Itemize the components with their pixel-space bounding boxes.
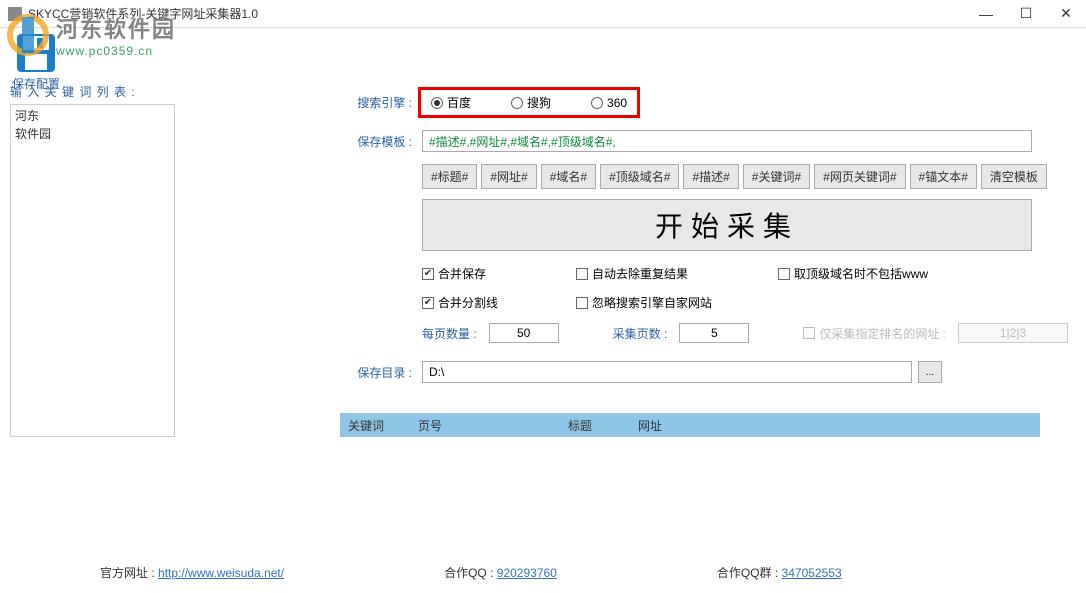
save-dir-input[interactable] <box>422 361 912 383</box>
per-page-label: 每页数量 : <box>422 325 477 342</box>
keyword-item[interactable]: 河东 <box>15 107 170 125</box>
engine-radio-baidu[interactable]: 百度 <box>431 94 471 111</box>
tag-topdomain[interactable]: #顶级域名# <box>600 164 679 189</box>
pages-input[interactable] <box>679 323 749 343</box>
check-ignore-engine-sites[interactable]: 忽略搜索引擎自家网站 <box>576 294 712 311</box>
engine-highlight-box: 百度 搜狗 360 <box>418 87 640 118</box>
app-icon <box>8 7 22 21</box>
tag-keyword[interactable]: #关键词# <box>743 164 810 189</box>
footer: 官方网址 : http://www.weisuda.net/ 合作QQ : 92… <box>100 564 1066 581</box>
per-page-input[interactable] <box>489 323 559 343</box>
toolbar: 保存配置 <box>0 28 1086 83</box>
template-input[interactable] <box>422 130 1032 152</box>
check-merge-divider[interactable]: 合并分割线 <box>422 294 498 311</box>
tag-domain[interactable]: #域名# <box>541 164 596 189</box>
official-site-label: 官方网址 : <box>100 566 155 580</box>
tag-desc[interactable]: #描述# <box>683 164 738 189</box>
engine-radio-sogou[interactable]: 搜狗 <box>511 94 551 111</box>
template-label: 保存模板 : <box>340 133 412 150</box>
save-dir-label: 保存目录 : <box>340 364 412 381</box>
keyword-list-label: 输 入 关 键 词 列 表 : <box>10 83 175 100</box>
check-merge-save[interactable]: 合并保存 <box>422 265 486 282</box>
rank-check[interactable]: 仅采集指定排名的网址 : <box>803 325 946 342</box>
qq-group-label: 合作QQ群 : <box>717 566 778 580</box>
pages-label: 采集页数 : <box>613 325 668 342</box>
title-bar: SKYCC营销软件系列-关键字网址采集器1.0 — ☐ ✕ <box>0 0 1086 28</box>
clear-template[interactable]: 清空模板 <box>981 164 1047 189</box>
start-collect-button[interactable]: 开始采集 <box>422 199 1032 251</box>
rank-input <box>958 323 1068 343</box>
qq-link[interactable]: 920293760 <box>497 566 557 580</box>
tag-anchor[interactable]: #锚文本# <box>910 164 977 189</box>
engine-radio-360[interactable]: 360 <box>591 94 627 111</box>
tag-url[interactable]: #网址# <box>481 164 536 189</box>
keyword-item[interactable]: 软件园 <box>15 125 170 143</box>
keyword-list[interactable]: 河东 软件园 <box>10 104 175 437</box>
qq-label: 合作QQ : <box>444 566 493 580</box>
close-button[interactable]: ✕ <box>1046 0 1086 28</box>
col-keyword: 关键词 <box>348 417 418 434</box>
minimize-button[interactable]: — <box>966 0 1006 28</box>
save-icon <box>15 32 57 74</box>
window-title: SKYCC营销软件系列-关键字网址采集器1.0 <box>28 5 966 22</box>
official-site-link[interactable]: http://www.weisuda.net/ <box>158 566 284 580</box>
col-url: 网址 <box>638 417 686 434</box>
col-page: 页号 <box>418 417 568 434</box>
check-no-www[interactable]: 取顶级域名时不包括www <box>778 265 928 282</box>
tag-title[interactable]: #标题# <box>422 164 477 189</box>
check-dedup[interactable]: 自动去除重复结果 <box>576 265 688 282</box>
results-table-header: 关键词 页号 标题 网址 <box>340 413 1040 437</box>
engine-label: 搜索引擎 : <box>340 94 412 111</box>
qq-group-link[interactable]: 347052553 <box>782 566 842 580</box>
maximize-button[interactable]: ☐ <box>1006 0 1046 28</box>
tag-page-keyword[interactable]: #网页关键词# <box>814 164 905 189</box>
col-title: 标题 <box>568 417 638 434</box>
browse-button[interactable]: ... <box>918 361 942 383</box>
